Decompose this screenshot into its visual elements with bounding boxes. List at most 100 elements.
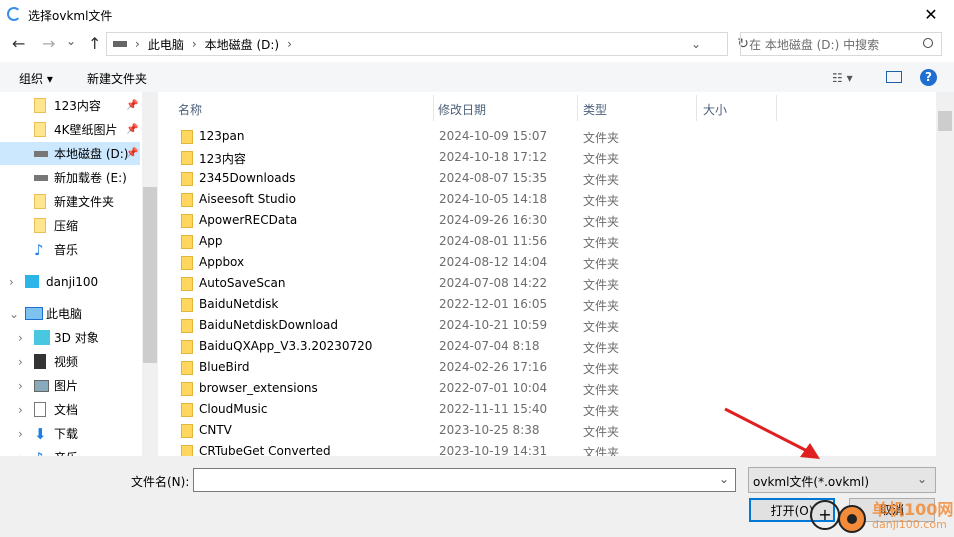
expander-icon[interactable]: › bbox=[18, 355, 23, 369]
file-name: AutoSaveScan bbox=[199, 276, 286, 290]
file-row[interactable]: BaiduNetdiskDownload 2024-10-21 10:59 文件夹 bbox=[176, 315, 936, 336]
file-row[interactable]: BaiduNetdisk 2022-12-01 16:05 文件夹 bbox=[176, 294, 936, 315]
sidebar-item[interactable]: ⌄ 此电脑 bbox=[0, 302, 140, 325]
sidebar-scroll-thumb[interactable] bbox=[143, 187, 157, 363]
file-name: browser_extensions bbox=[199, 381, 318, 395]
folder-icon bbox=[181, 172, 193, 186]
sidebar-item-label: 下载 bbox=[54, 427, 79, 441]
file-date: 2023-10-25 8:38 bbox=[439, 423, 540, 437]
file-row[interactable]: browser_extensions 2022-07-01 10:04 文件夹 bbox=[176, 378, 936, 399]
file-row[interactable]: 2345Downloads 2024-08-07 15:35 文件夹 bbox=[176, 168, 936, 189]
sidebar-item[interactable]: › 图片 bbox=[0, 374, 140, 397]
folder-icon bbox=[34, 98, 46, 113]
file-name: Appbox bbox=[199, 255, 245, 269]
sidebar-item[interactable]: ♪ 音乐 bbox=[0, 238, 140, 261]
pin-icon[interactable]: 📌 bbox=[126, 124, 138, 135]
filename-input[interactable]: ⌄ bbox=[193, 468, 736, 492]
file-list-scrollbar[interactable] bbox=[936, 92, 954, 456]
filename-label: 文件名(N): bbox=[131, 475, 190, 489]
folder-icon bbox=[181, 298, 193, 312]
sidebar-item[interactable]: 新加载卷 (E:) bbox=[0, 166, 140, 189]
address-bar[interactable]: › 此电脑 › 本地磁盘 (D:) › ⌄ ↻ bbox=[106, 32, 749, 56]
sidebar-scrollbar[interactable] bbox=[142, 92, 158, 456]
help-icon[interactable]: ? bbox=[920, 69, 937, 86]
column-size[interactable]: 大小 bbox=[703, 101, 727, 118]
file-name: CloudMusic bbox=[199, 402, 268, 416]
watermark-url: danji100.com bbox=[872, 518, 947, 531]
close-button[interactable]: ✕ bbox=[908, 0, 954, 30]
preview-pane-icon[interactable] bbox=[886, 71, 902, 83]
sidebar-item[interactable]: 本地磁盘 (D:) 📌 bbox=[0, 142, 140, 165]
column-date[interactable]: 修改日期 bbox=[438, 101, 486, 118]
filename-dropdown-icon[interactable]: ⌄ bbox=[719, 472, 729, 486]
pin-icon[interactable]: 📌 bbox=[126, 100, 138, 111]
sidebar-item[interactable]: 压缩 bbox=[0, 214, 140, 237]
file-row[interactable]: AutoSaveScan 2024-07-08 14:22 文件夹 bbox=[176, 273, 936, 294]
file-scroll-thumb[interactable] bbox=[938, 111, 952, 131]
address-dropdown-icon[interactable]: ⌄ bbox=[691, 37, 701, 51]
recent-dropdown[interactable]: ⌄ bbox=[66, 34, 76, 48]
download-icon: ⬇ bbox=[34, 424, 47, 443]
file-row[interactable]: 123pan 2024-10-09 15:07 文件夹 bbox=[176, 126, 936, 147]
file-row[interactable]: App 2024-08-01 11:56 文件夹 bbox=[176, 231, 936, 252]
file-name: 123内容 bbox=[199, 152, 246, 166]
folder-icon bbox=[181, 130, 193, 144]
sidebar-item[interactable]: › 文档 bbox=[0, 398, 140, 421]
file-type: 文件夹 bbox=[583, 383, 620, 397]
window-title: 选择ovkml文件 bbox=[28, 8, 113, 23]
cursor-plus-icon: + bbox=[810, 500, 840, 530]
file-type: 文件夹 bbox=[583, 152, 620, 166]
breadcrumb-this-pc[interactable]: 此电脑 bbox=[148, 36, 184, 53]
file-type: 文件夹 bbox=[583, 215, 620, 229]
file-name: BaiduNetdisk bbox=[199, 297, 279, 311]
dialog-footer: 文件名(N): ⌄ ovkml文件(*.ovkml) ⌄ 打开(O) 取消 bbox=[0, 456, 954, 537]
up-button[interactable]: ↑ bbox=[88, 34, 101, 53]
file-type: 文件夹 bbox=[583, 257, 620, 271]
annotation-arrow bbox=[724, 407, 820, 459]
file-type: 文件夹 bbox=[583, 131, 620, 145]
new-folder-button[interactable]: 新建文件夹 bbox=[87, 70, 147, 87]
file-row[interactable]: BaiduQXApp_V3.3.20230720 2024-07-04 8:18 文… bbox=[176, 336, 936, 357]
expander-icon[interactable]: › bbox=[18, 403, 23, 417]
file-row[interactable]: 123内容 2024-10-18 17:12 文件夹 bbox=[176, 147, 936, 168]
file-date: 2024-10-09 15:07 bbox=[439, 129, 548, 143]
file-date: 2022-07-01 10:04 bbox=[439, 381, 548, 395]
sidebar-item-label: 123内容 bbox=[54, 99, 101, 113]
pin-icon[interactable]: 📌 bbox=[126, 148, 138, 159]
expander-icon[interactable]: › bbox=[18, 427, 23, 441]
sidebar-item[interactable]: › ⬇ 下载 bbox=[0, 422, 140, 445]
expander-icon[interactable]: › bbox=[18, 379, 23, 393]
organize-button[interactable]: 组织 ▾ bbox=[19, 70, 53, 87]
expander-icon[interactable]: ⌄ bbox=[9, 307, 19, 321]
sidebar-item[interactable]: ›♪音乐 bbox=[0, 446, 140, 457]
expander-icon[interactable]: › bbox=[18, 331, 23, 345]
sidebar-item[interactable]: › 视频 bbox=[0, 350, 140, 373]
folder-icon bbox=[181, 256, 193, 270]
view-options-icon[interactable]: ☷ ▾ bbox=[832, 71, 853, 85]
sidebar-item-label: 音乐 bbox=[54, 243, 79, 257]
forward-button[interactable]: → bbox=[42, 34, 55, 53]
breadcrumb-drive-d[interactable]: 本地磁盘 (D:) bbox=[205, 36, 279, 53]
sidebar-item[interactable]: 新建文件夹 bbox=[0, 190, 140, 213]
file-name: ApowerRECData bbox=[199, 213, 298, 227]
expander-icon[interactable]: › bbox=[9, 275, 14, 289]
search-input[interactable]: 在 本地磁盘 (D:) 中搜索 bbox=[740, 32, 942, 56]
sidebar-item[interactable]: › danji100 bbox=[0, 270, 140, 293]
file-type: 文件夹 bbox=[583, 278, 620, 292]
file-row[interactable]: Aiseesoft Studio 2024-10-05 14:18 文件夹 bbox=[176, 189, 936, 210]
computer-icon bbox=[25, 307, 43, 320]
sidebar-item[interactable]: › 3D 对象 bbox=[0, 326, 140, 349]
column-name[interactable]: 名称 bbox=[178, 101, 202, 118]
column-type[interactable]: 类型 bbox=[583, 101, 607, 118]
file-type: 文件夹 bbox=[583, 425, 620, 439]
sidebar-item[interactable]: 4K壁纸图片 📌 bbox=[0, 118, 140, 141]
file-type-select[interactable]: ovkml文件(*.ovkml) ⌄ bbox=[748, 467, 936, 493]
back-button[interactable]: ← bbox=[12, 34, 25, 53]
sidebar-item[interactable]: 123内容 📌 bbox=[0, 94, 140, 117]
file-type: 文件夹 bbox=[583, 236, 620, 250]
file-row[interactable]: ApowerRECData 2024-09-26 16:30 文件夹 bbox=[176, 210, 936, 231]
sidebar-item-label: 新建文件夹 bbox=[54, 195, 115, 209]
file-row[interactable]: BlueBird 2024-02-26 17:16 文件夹 bbox=[176, 357, 936, 378]
folder-icon bbox=[181, 235, 193, 249]
file-row[interactable]: Appbox 2024-08-12 14:04 文件夹 bbox=[176, 252, 936, 273]
